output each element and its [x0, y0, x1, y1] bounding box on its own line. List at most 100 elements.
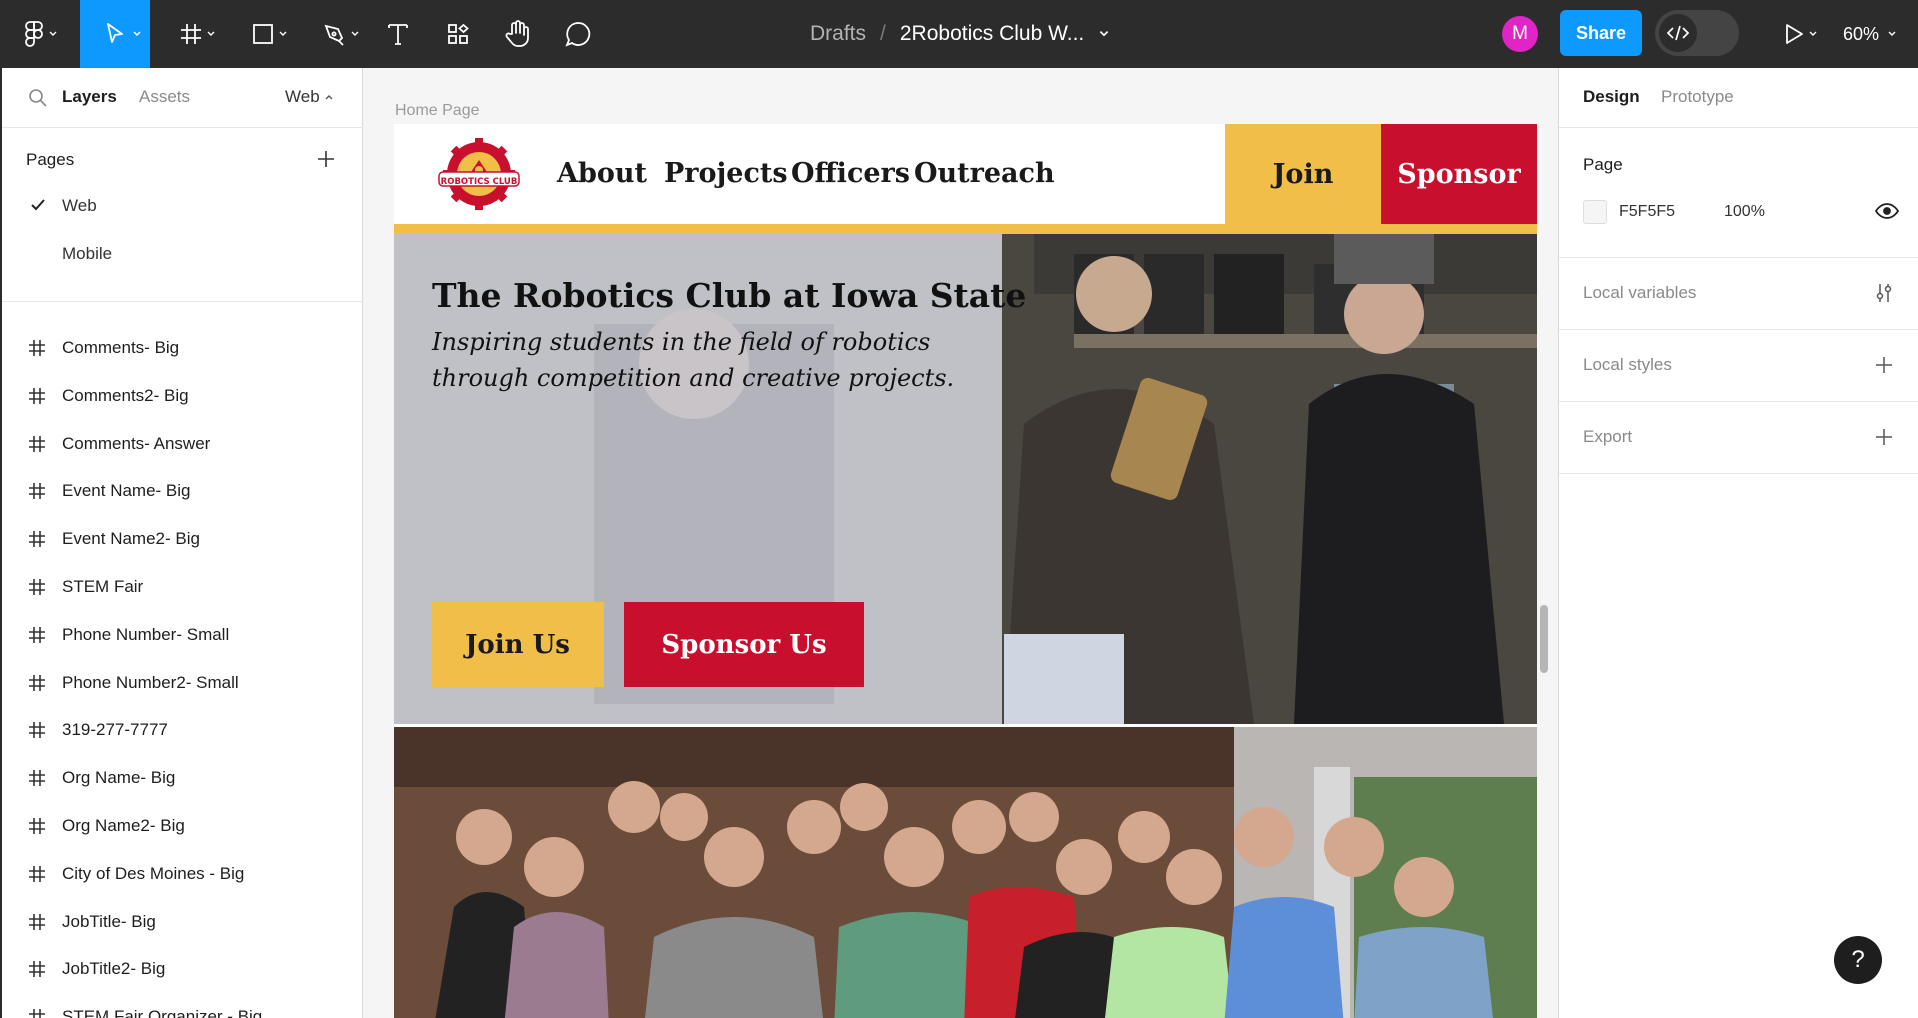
present-button[interactable] [1768, 0, 1820, 68]
layer-item-label: Comments- Answer [62, 433, 211, 453]
frame-hash-icon [29, 483, 45, 500]
move-tool-button[interactable] [80, 0, 150, 68]
plus-icon[interactable] [1873, 354, 1895, 376]
rectangle-icon [253, 24, 273, 44]
layer-item[interactable]: Org Name- Big [2, 756, 363, 802]
home-page-frame[interactable]: ROBOTICS CLUB About Projects Officers Ou… [394, 124, 1537, 1018]
layer-item-label: Phone Number2- Small [62, 672, 239, 692]
layer-item[interactable]: Comments- Big [2, 326, 363, 372]
chevron-down-icon[interactable] [1098, 28, 1110, 40]
frame-hash-icon [29, 961, 45, 978]
chevron-down-icon [1809, 31, 1817, 36]
layer-item[interactable]: 319-277-7777 [2, 708, 363, 754]
comment-tool-button[interactable] [556, 0, 600, 68]
logo-text: ROBOTICS CLUB [441, 177, 518, 187]
chevron-down-icon [133, 31, 141, 36]
search-icon[interactable] [28, 88, 48, 108]
frame-hash-icon [29, 818, 45, 834]
local-styles-section[interactable]: Local styles [1559, 330, 1918, 402]
frame-hash-icon [29, 913, 45, 930]
layer-item-label: Event Name- Big [62, 481, 191, 501]
local-variables-section[interactable]: Local variables [1559, 258, 1918, 330]
top-toolbar: Drafts / 2Robotics Club W... M Share 60% [0, 0, 1918, 68]
text-tool-button[interactable] [376, 0, 420, 68]
left-panel-tabs: Layers Assets Web [2, 68, 363, 128]
frame-tool-button[interactable] [160, 0, 222, 68]
page-item-mobile[interactable]: Mobile [2, 232, 363, 278]
nav-link-officers[interactable]: Officers [791, 158, 910, 189]
layer-item[interactable]: Comments2- Big [2, 374, 363, 420]
zoom-menu[interactable]: 60% [1843, 0, 1897, 68]
nav-link-outreach[interactable]: Outreach [914, 158, 1055, 189]
layer-item[interactable]: Org Name2- Big [2, 804, 363, 850]
pen-tool-button[interactable] [304, 0, 366, 68]
layer-item-label: Phone Number- Small [62, 624, 230, 644]
join-us-button[interactable]: Join Us [431, 602, 604, 687]
page-color-hex[interactable]: F5F5F5 [1619, 203, 1675, 221]
export-section[interactable]: Export [1559, 402, 1918, 474]
resources-button[interactable] [436, 0, 480, 68]
layer-item[interactable]: Comments- Answer [2, 422, 363, 468]
page-switcher-label: Web [285, 87, 320, 106]
site-navbar: ROBOTICS CLUB About Projects Officers Ou… [394, 124, 1537, 224]
layer-item[interactable]: Phone Number2- Small [2, 661, 363, 707]
page-section: Page [1559, 128, 1918, 258]
frame-label[interactable]: Home Page [395, 102, 480, 120]
frame-hash-icon [29, 722, 45, 739]
text-icon [388, 24, 408, 45]
layer-item[interactable]: City of Des Moines - Big [2, 852, 363, 898]
layer-item[interactable]: STEM Fair [2, 565, 363, 611]
shape-tool-button[interactable] [232, 0, 294, 68]
tab-layers[interactable]: Layers [62, 87, 117, 107]
code-icon [1667, 25, 1689, 41]
avatar[interactable]: M [1502, 16, 1538, 52]
frame-hash-icon [29, 770, 45, 787]
figma-logo-icon [25, 21, 43, 47]
nav-link-projects[interactable]: Projects [664, 158, 788, 189]
nav-sponsor-button[interactable]: Sponsor [1381, 124, 1537, 224]
layer-item[interactable]: Phone Number- Small [2, 613, 363, 659]
tab-design[interactable]: Design [1583, 87, 1640, 107]
nav-join-button[interactable]: Join [1225, 124, 1381, 224]
plus-icon[interactable] [1873, 426, 1895, 448]
help-button[interactable]: ? [1834, 936, 1882, 984]
eye-icon[interactable] [1875, 201, 1899, 221]
file-name[interactable]: 2Robotics Club W... [900, 22, 1084, 46]
frame-hash-icon [29, 579, 45, 595]
page-color-opacity[interactable]: 100% [1724, 203, 1765, 221]
sponsor-us-button[interactable]: Sponsor Us [624, 602, 864, 687]
dev-mode-toggle[interactable] [1655, 10, 1739, 56]
breadcrumb-separator: / [880, 22, 886, 45]
breadcrumb-drafts-link[interactable]: Drafts [810, 22, 866, 46]
frame-hash-icon [29, 1009, 45, 1018]
nav-link-about[interactable]: About [557, 158, 647, 189]
local-variables-title: Local variables [1583, 283, 1697, 302]
page-color-swatch[interactable] [1583, 200, 1607, 224]
add-page-icon[interactable] [315, 148, 337, 170]
tab-assets[interactable]: Assets [139, 87, 190, 107]
layer-item[interactable]: Event Name- Big [2, 469, 363, 515]
sliders-icon[interactable] [1873, 282, 1895, 304]
layer-item[interactable]: JobTitle2- Big [2, 947, 363, 993]
layer-item[interactable]: Event Name2- Big [2, 517, 363, 563]
layer-item-label: STEM Fair [62, 577, 144, 596]
hero-subtitle: Inspiring students in the field of robot… [432, 328, 955, 392]
local-styles-title: Local styles [1583, 355, 1672, 374]
right-panel-tabs: Design Prototype [1559, 68, 1918, 128]
canvas-scrollbar[interactable] [1540, 605, 1548, 673]
canvas[interactable]: Home Page ROBOTICS CLUB About Projects O… [363, 68, 1558, 1018]
layer-item[interactable]: JobTitle- Big [2, 900, 363, 946]
page-item-web[interactable]: Web [2, 184, 363, 230]
page-switcher[interactable]: Web [285, 87, 334, 107]
dev-mode-knob [1659, 14, 1697, 52]
layer-item-label: City of Des Moines - Big [62, 863, 245, 883]
pen-icon [324, 24, 344, 46]
layer-item-label: STEM Fair Organizer - Big [62, 1007, 263, 1018]
layer-item[interactable]: STEM Fair Organizer - Big [2, 995, 363, 1018]
hand-tool-button[interactable] [496, 0, 540, 68]
main-menu-button[interactable] [0, 0, 68, 68]
layer-item-label: 319-277-7777 [62, 720, 168, 740]
chevron-down-icon [49, 31, 57, 36]
tab-prototype[interactable]: Prototype [1661, 87, 1734, 107]
share-button[interactable]: Share [1560, 10, 1642, 56]
